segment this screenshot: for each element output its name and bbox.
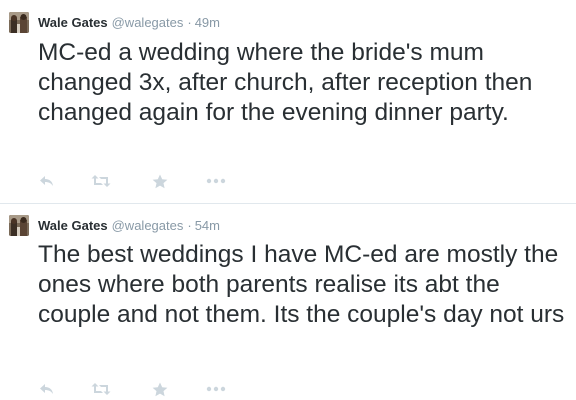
author-username[interactable]: @walegates: [112, 15, 184, 30]
tweet-timestamp[interactable]: 49m: [195, 15, 220, 30]
tweet-timeline: Wale Gates @walegates · 49m MC-ed a wedding…: [0, 0, 576, 400]
more-icon[interactable]: [205, 380, 227, 398]
tweet[interactable]: Wale Gates @walegates · 49m MC-ed a wedding…: [0, 0, 576, 203]
tweet-header: Wale Gates @walegates · 49m: [38, 14, 220, 32]
retweet-icon[interactable]: [90, 380, 112, 398]
favorite-icon[interactable]: [151, 380, 169, 398]
tweet-text: MC-ed a wedding where the bride's mum ch…: [38, 39, 533, 126]
avatar[interactable]: [9, 12, 29, 33]
author-username[interactable]: @walegates: [112, 218, 184, 233]
tweet[interactable]: Wale Gates @walegates · 54m The best weddin…: [0, 203, 576, 400]
favorite-icon[interactable]: [151, 172, 169, 190]
tweet-actions: [38, 380, 238, 398]
tweet-text: The best weddings I have MC-ed are mostl…: [38, 241, 565, 328]
header-separator: ·: [187, 15, 192, 30]
reply-icon[interactable]: [38, 172, 56, 190]
reply-icon[interactable]: [38, 380, 56, 398]
author-fullname[interactable]: Wale Gates: [38, 15, 108, 30]
more-icon[interactable]: [205, 172, 227, 190]
header-separator: ·: [187, 218, 192, 233]
tweet-timestamp[interactable]: 54m: [195, 218, 220, 233]
author-fullname[interactable]: Wale Gates: [38, 218, 108, 233]
retweet-icon[interactable]: [90, 172, 112, 190]
tweet-header: Wale Gates @walegates · 54m: [38, 217, 220, 235]
avatar[interactable]: [9, 215, 29, 236]
tweet-actions: [38, 172, 238, 190]
